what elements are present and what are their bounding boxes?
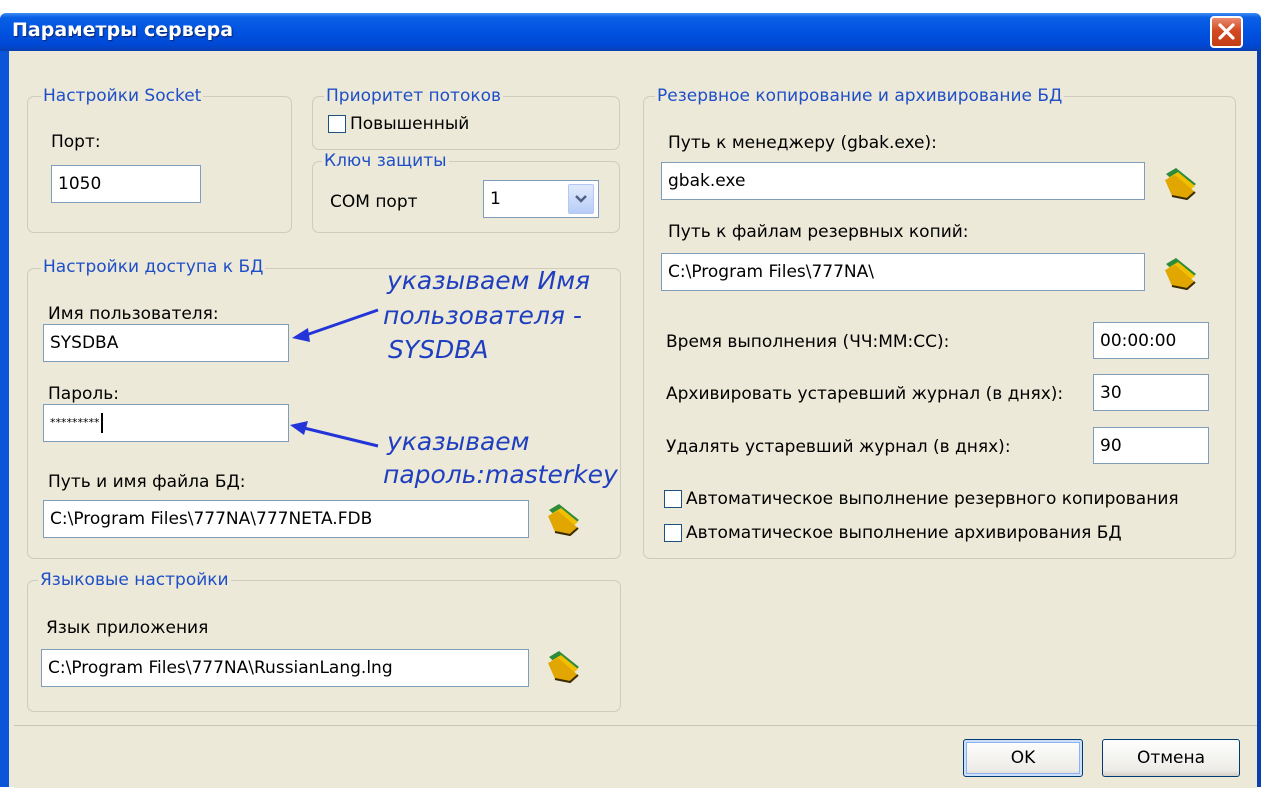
annotation-user-line3: SYSDBA [388,335,489,364]
elevated-checkbox[interactable] [328,115,346,133]
folder-open-icon [548,651,579,684]
username-label: Имя пользователя: [48,304,219,324]
annotation-user-line1: указываем Имя [387,266,591,295]
backup-path-label: Путь к файлам резервных копий: [668,222,969,242]
auto-archive-label: Автоматическое выполнение архивирования … [686,523,1122,543]
auto-archive-checkbox[interactable] [664,524,682,542]
delete-days-label: Удалять устаревший журнал (в днях): [666,437,1011,457]
db-path-input[interactable]: C:\Program Files\777NA\777NETA.FDB [43,500,529,538]
com-port-dropdown-button[interactable] [568,184,594,214]
window-title: Параметры сервера [12,19,234,41]
text-caret [100,413,103,433]
annotation-password-line2: пароль:masterkey [383,460,618,489]
com-port-value: 1 [490,189,501,209]
browse-manager-button[interactable] [1162,164,1200,202]
port-input[interactable]: 1050 [51,165,201,203]
time-label: Время выполнения (ЧЧ:ММ:СС): [666,332,950,352]
key-legend: Ключ защиты [322,151,449,171]
archive-days-label: Архивировать устаревший журнал (в днях): [666,384,1064,404]
annotation-user-line2: пользователя - [383,301,582,330]
browse-backup-path-button[interactable] [1162,254,1200,292]
manager-path-input[interactable]: gbak.exe [661,162,1145,200]
app-language-label: Язык приложения [46,618,209,638]
folder-open-icon [548,504,579,537]
browse-db-path-button[interactable] [545,500,583,538]
annotation-arrows [290,308,379,448]
archive-days-input[interactable]: 30 [1093,374,1209,411]
backup-legend: Резервное копирование и архивирование БД [655,86,1065,106]
auto-backup-label: Автоматическое выполнение резервного коп… [686,489,1179,509]
chevron-down-icon [575,195,587,203]
manager-path-label: Путь к менеджеру (gbak.exe): [668,133,937,153]
password-input[interactable]: ********* [43,404,289,442]
annotation-password-line1: указываем [387,427,530,456]
db-path-label: Путь и имя файла БД: [48,472,246,492]
folder-open-icon [1165,168,1196,201]
com-port-label: COM порт [330,192,418,212]
language-group [27,580,621,712]
priority-legend: Приоритет потоков [324,86,504,106]
password-label: Пароль: [48,384,120,404]
app-language-input[interactable]: C:\Program Files\777NA\RussianLang.lng [41,649,529,687]
db-access-legend: Настройки доступа к БД [41,257,266,277]
password-value: ********* [50,416,100,429]
close-button[interactable] [1210,16,1243,48]
backup-path-input[interactable]: C:\Program Files\777NA\ [661,253,1145,291]
cancel-button[interactable]: Отмена [1102,739,1240,777]
auto-backup-checkbox[interactable] [664,490,682,508]
port-label: Порт: [51,132,101,152]
ok-button[interactable]: OK [963,739,1083,777]
delete-days-input[interactable]: 90 [1093,427,1209,464]
language-legend: Языковые настройки [38,570,231,590]
socket-legend: Настройки Socket [41,86,204,106]
elevated-label: Повышенный [350,114,470,134]
browse-language-button[interactable] [545,647,583,685]
username-input[interactable]: SYSDBA [43,324,289,362]
window-left-border [0,51,9,787]
folder-open-icon [1165,258,1196,291]
close-icon [1218,23,1235,40]
time-input[interactable]: 00:00:00 [1093,322,1209,359]
